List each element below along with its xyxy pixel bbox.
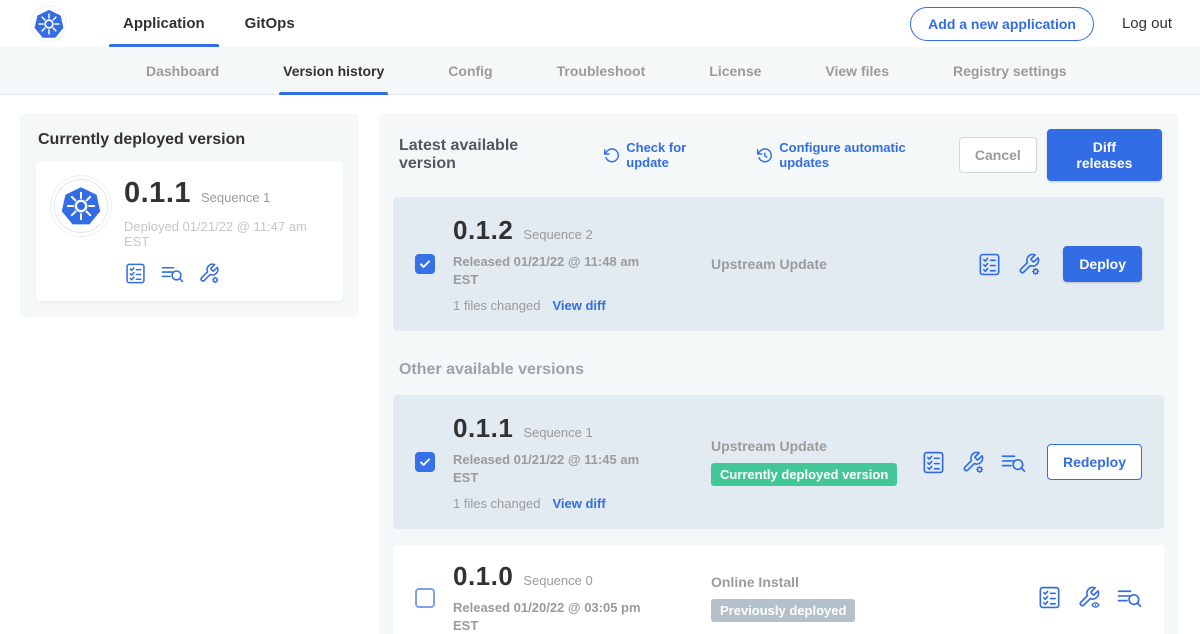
- check-for-update-label: Check for update: [626, 140, 732, 170]
- subnav-troubleshoot[interactable]: Troubleshoot: [553, 47, 650, 94]
- release-notes-icon[interactable]: [124, 262, 147, 285]
- cancel-button[interactable]: Cancel: [959, 137, 1037, 173]
- edit-config-icon[interactable]: [961, 450, 986, 475]
- subnav-view-files-label: View files: [825, 63, 889, 79]
- edit-config-icon[interactable]: [1017, 252, 1042, 277]
- deployed-version-box: 0.1.1 Sequence 1 Deployed 01/21/22 @ 11:…: [36, 161, 343, 301]
- deployed-actions: [124, 262, 325, 285]
- app-logo-icon: [54, 179, 108, 233]
- redeploy-button[interactable]: Redeploy: [1047, 444, 1142, 480]
- files-changed-label: 1 files changed: [453, 496, 540, 511]
- sequence-label: Sequence 2: [523, 227, 592, 242]
- released-timestamp: Released 01/21/22 @ 11:48 amEST: [453, 253, 671, 288]
- tab-application-label: Application: [123, 15, 205, 32]
- tab-gitops-label: GitOps: [245, 15, 295, 32]
- preflight-results-icon[interactable]: [161, 262, 184, 285]
- subnav-dashboard[interactable]: Dashboard: [142, 47, 223, 94]
- check-for-update-link[interactable]: Check for update: [603, 140, 732, 170]
- version-checkbox[interactable]: [415, 452, 435, 472]
- diff-releases-button[interactable]: Diff releases: [1047, 129, 1162, 181]
- version-history-panel: Latest available version Check for updat…: [379, 113, 1178, 634]
- kubernetes-logo-icon: [30, 5, 67, 42]
- release-notes-icon[interactable]: [1037, 585, 1062, 610]
- source-label: Online Install: [711, 574, 921, 590]
- subnav-view-files[interactable]: View files: [821, 47, 893, 94]
- schedule-update-icon: [756, 147, 773, 164]
- tab-application[interactable]: Application: [103, 0, 225, 47]
- released-timestamp: Released 01/21/22 @ 11:45 amEST: [453, 451, 671, 486]
- sequence-label: Sequence 1: [523, 425, 592, 440]
- preflight-results-icon[interactable]: [1001, 450, 1026, 475]
- subnav-dashboard-label: Dashboard: [146, 63, 219, 79]
- version-actions: Deploy: [977, 246, 1142, 282]
- source-label: Upstream Update: [711, 256, 921, 272]
- top-nav-right: Add a new application Log out: [910, 7, 1172, 41]
- version-actions: [1037, 585, 1142, 610]
- previously-deployed-badge: Previously deployed: [711, 599, 855, 622]
- currently-deployed-title: Currently deployed version: [36, 129, 343, 149]
- sequence-label: Sequence 0: [523, 573, 592, 588]
- configure-automatic-updates-label: Configure automatic updates: [779, 140, 959, 170]
- version-info: 0.1.0 Sequence 0 Released 01/20/22 @ 03:…: [453, 561, 671, 634]
- version-source: Upstream Update: [711, 256, 921, 272]
- version-checkbox[interactable]: [415, 588, 435, 608]
- version-source: Online Install Previously deployed: [711, 574, 921, 622]
- top-nav-tabs: Application GitOps: [103, 0, 315, 47]
- currently-deployed-badge: Currently deployed version: [711, 463, 897, 486]
- deployed-version-info: 0.1.1 Sequence 1 Deployed 01/21/22 @ 11:…: [124, 177, 325, 285]
- version-source: Upstream Update Currently deployed versi…: [711, 438, 921, 486]
- latest-version-header: Latest available version Check for updat…: [393, 129, 1164, 181]
- subnav-config[interactable]: Config: [444, 47, 496, 94]
- preflight-results-icon[interactable]: [1117, 585, 1142, 610]
- version-number: 0.1.0: [453, 561, 513, 592]
- released-timestamp: Released 01/20/22 @ 03:05 pmEST: [453, 599, 671, 634]
- version-info: 0.1.1 Sequence 1 Released 01/21/22 @ 11:…: [453, 413, 671, 511]
- subnav-license[interactable]: License: [705, 47, 765, 94]
- view-config-icon[interactable]: [1077, 585, 1102, 610]
- subnav-troubleshoot-label: Troubleshoot: [557, 63, 646, 79]
- deploy-button[interactable]: Deploy: [1063, 246, 1142, 282]
- edit-config-icon[interactable]: [198, 262, 221, 285]
- view-diff-link[interactable]: View diff: [552, 496, 605, 511]
- subnav-registry-settings[interactable]: Registry settings: [949, 47, 1071, 94]
- subnav-underline: [279, 92, 388, 95]
- subnav-version-history-label: Version history: [283, 63, 384, 79]
- version-number: 0.1.1: [453, 413, 513, 444]
- deployed-version-number: 0.1.1: [124, 177, 191, 210]
- deployed-timestamp: Deployed 01/21/22 @ 11:47 am EST: [124, 219, 325, 249]
- other-versions-heading: Other available versions: [399, 361, 1158, 379]
- source-label: Upstream Update: [711, 438, 921, 454]
- version-actions: Redeploy: [921, 444, 1142, 480]
- app-sub-nav: Dashboard Version history Config Trouble…: [0, 47, 1200, 95]
- files-changed-label: 1 files changed: [453, 298, 540, 313]
- view-diff-link[interactable]: View diff: [552, 298, 605, 313]
- deployed-sequence-label: Sequence 1: [201, 190, 270, 205]
- logout-button[interactable]: Log out: [1122, 15, 1172, 32]
- release-notes-icon[interactable]: [921, 450, 946, 475]
- add-application-button[interactable]: Add a new application: [910, 7, 1094, 41]
- version-info: 0.1.2 Sequence 2 Released 01/21/22 @ 11:…: [453, 215, 671, 313]
- subnav-config-label: Config: [448, 63, 492, 79]
- version-row-0-1-1: 0.1.1 Sequence 1 Released 01/21/22 @ 11:…: [393, 395, 1164, 529]
- currently-deployed-card: Currently deployed version 0.1.1: [20, 113, 359, 317]
- version-row-0-1-0: 0.1.0 Sequence 0 Released 01/20/22 @ 03:…: [393, 545, 1164, 634]
- version-number: 0.1.2: [453, 215, 513, 246]
- version-checkbox[interactable]: [415, 254, 435, 274]
- configure-automatic-updates-link[interactable]: Configure automatic updates: [756, 140, 959, 170]
- subnav-registry-settings-label: Registry settings: [953, 63, 1067, 79]
- main-content: Currently deployed version 0.1.1: [0, 95, 1200, 634]
- refresh-icon: [603, 147, 620, 164]
- subnav-license-label: License: [709, 63, 761, 79]
- tab-gitops[interactable]: GitOps: [225, 0, 315, 47]
- subnav-version-history[interactable]: Version history: [279, 47, 388, 94]
- top-nav: Application GitOps Add a new application…: [0, 0, 1200, 47]
- release-notes-icon[interactable]: [977, 252, 1002, 277]
- latest-version-title: Latest available version: [399, 137, 579, 173]
- version-row-0-1-2: 0.1.2 Sequence 2 Released 01/21/22 @ 11:…: [393, 197, 1164, 331]
